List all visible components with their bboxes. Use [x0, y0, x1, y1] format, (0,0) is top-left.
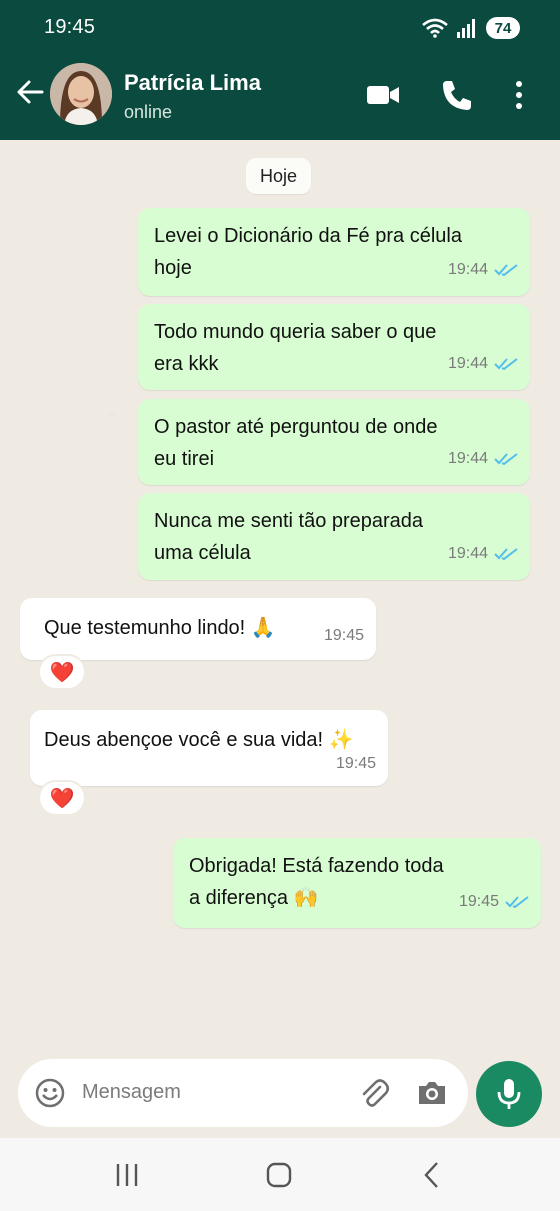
- message-bubble-incoming[interactable]: Que testemunho lindo! 🙏 19:45: [20, 598, 376, 660]
- message-time: 19:45: [335, 755, 376, 772]
- message-meta: 19:44: [448, 254, 518, 286]
- double-check-icon: [494, 548, 518, 561]
- message-text: Todo mundo queria saber o que era kkk: [154, 321, 437, 375]
- message-bubble-outgoing[interactable]: Nunca me senti tão preparada uma célula …: [138, 493, 530, 580]
- system-navigation-bar: [0, 1138, 560, 1211]
- message-bubble-outgoing[interactable]: Todo mundo queria saber o que era kkk 19…: [138, 304, 530, 390]
- mic-button[interactable]: [476, 1061, 542, 1127]
- message-bubble-outgoing[interactable]: Levei o Dicionário da Fé pra célula hoje…: [138, 208, 530, 296]
- emoji-icon[interactable]: [34, 1077, 66, 1109]
- status-icons: 74: [422, 16, 520, 40]
- message-meta: 19:45: [324, 620, 364, 652]
- message-bubble-incoming[interactable]: Deus abençoe você e sua vida! ✨ 19:45: [30, 710, 388, 786]
- message-bubble-outgoing[interactable]: O pastor até perguntou de onde eu tirei …: [138, 399, 530, 485]
- microphone-icon: [497, 1079, 521, 1109]
- date-chip: Hoje: [246, 158, 312, 194]
- wifi-icon: [422, 18, 448, 38]
- back-nav-icon[interactable]: [418, 1160, 448, 1190]
- double-check-icon: [505, 896, 529, 909]
- recent-apps-icon[interactable]: [112, 1160, 142, 1190]
- message-time: 19:44: [447, 355, 488, 372]
- top-bar: 19:45 74 Patrícia Lima online: [0, 0, 560, 140]
- message-text: Deus abençoe você e sua vida! ✨: [44, 729, 354, 751]
- battery-indicator: 74: [486, 17, 520, 39]
- message-meta: 19:45: [336, 748, 376, 780]
- contact-name[interactable]: Patrícia Lima: [124, 70, 261, 96]
- contact-status: online: [124, 102, 173, 122]
- message-text: Obrigada! Está fazendo toda a diferença …: [189, 855, 444, 909]
- signal-icon: [457, 19, 475, 38]
- message-bubble-outgoing[interactable]: Obrigada! Está fazendo toda a diferença …: [173, 838, 541, 928]
- phone-icon[interactable]: [438, 76, 476, 114]
- avatar[interactable]: [50, 63, 112, 125]
- double-check-icon: [494, 264, 518, 277]
- paperclip-icon[interactable]: [358, 1077, 390, 1109]
- more-vertical-icon[interactable]: [500, 76, 538, 114]
- status-time: 19:45: [44, 16, 96, 38]
- message-text: Que testemunho lindo! 🙏: [44, 617, 276, 639]
- message-input[interactable]: Mensagem: [82, 1081, 181, 1104]
- status-bar: 19:45 74: [0, 0, 560, 56]
- chat-area[interactable]: Hoje Levei o Dicionário da Fé pra célula…: [0, 140, 560, 1058]
- heart-reaction[interactable]: ❤️: [38, 654, 86, 690]
- double-check-icon: [494, 453, 518, 466]
- chat-header: Patrícia Lima online: [0, 56, 560, 140]
- message-time: 19:44: [447, 261, 488, 278]
- double-check-icon: [494, 358, 518, 371]
- message-text: O pastor até perguntou de onde eu tirei: [154, 416, 438, 470]
- message-time: 19:45: [323, 627, 364, 644]
- message-meta: 19:44: [448, 538, 518, 570]
- message-time: 19:44: [447, 450, 488, 467]
- message-meta: 19:44: [448, 348, 518, 380]
- message-text: Levei o Dicionário da Fé pra célula hoje: [154, 225, 462, 279]
- message-meta: 19:44: [448, 443, 518, 475]
- arrow-left-icon[interactable]: [14, 76, 46, 108]
- home-icon[interactable]: [264, 1160, 294, 1190]
- avatar-image: [50, 63, 112, 125]
- video-camera-icon[interactable]: [364, 76, 402, 114]
- message-time: 19:45: [458, 893, 499, 910]
- heart-reaction[interactable]: ❤️: [38, 780, 86, 816]
- message-meta: 19:45: [459, 886, 529, 918]
- message-text: Nunca me senti tão preparada uma célula: [154, 510, 424, 564]
- camera-icon[interactable]: [416, 1077, 448, 1109]
- message-time: 19:44: [447, 545, 488, 562]
- message-composer[interactable]: Mensagem: [18, 1059, 468, 1127]
